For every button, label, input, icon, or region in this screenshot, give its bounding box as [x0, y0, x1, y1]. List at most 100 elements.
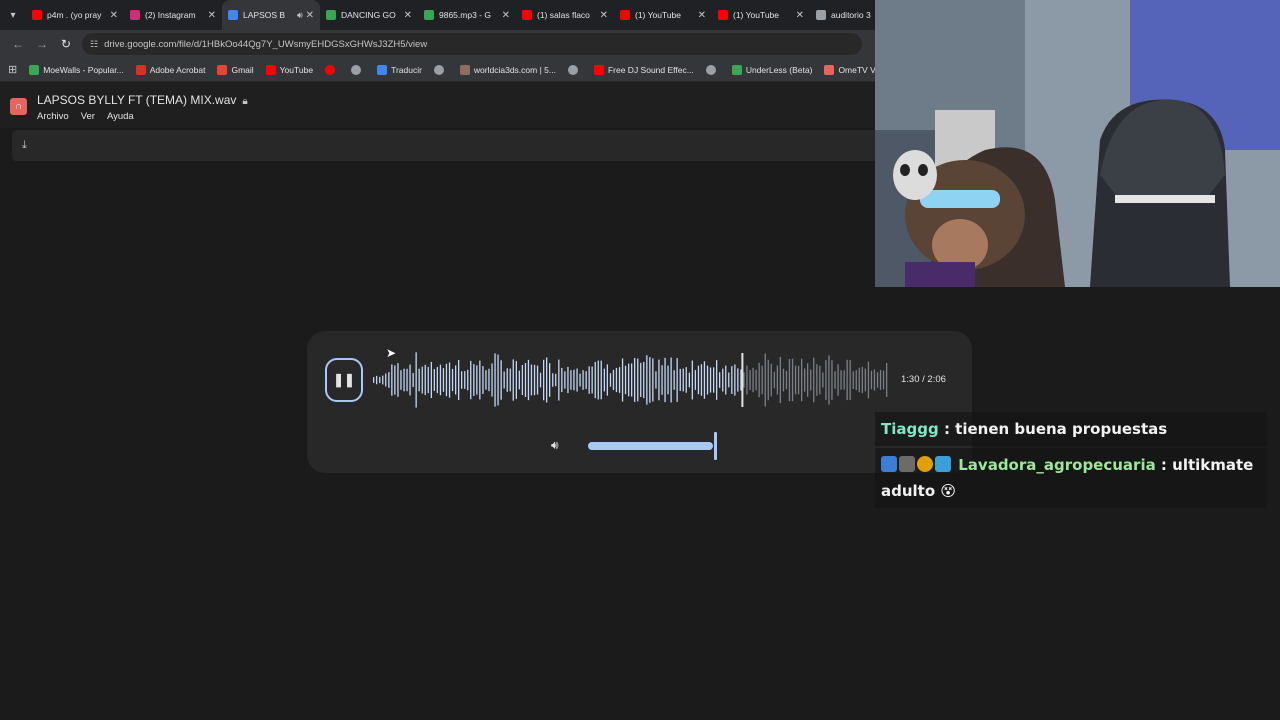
- tab-favicon-icon: [228, 10, 238, 20]
- waveform-bar: [385, 373, 387, 387]
- tab-favicon-icon: [326, 10, 336, 20]
- waveform-bar: [843, 370, 845, 390]
- bookmark-item[interactable]: MoeWalls - Popular...: [29, 64, 124, 75]
- playhead[interactable]: [741, 353, 744, 407]
- bookmark-favicon-icon: [433, 64, 444, 75]
- bookmark-item[interactable]: [351, 64, 365, 75]
- tab[interactable]: (2) Instagram ✕: [124, 0, 222, 30]
- tune-icon[interactable]: ☷: [90, 39, 98, 50]
- bookmark-favicon-icon: [325, 64, 336, 75]
- waveform-bar: [761, 365, 763, 395]
- waveform-bar: [879, 370, 882, 390]
- waveform-bar: [634, 358, 636, 402]
- tab[interactable]: (1) YouTube ✕: [712, 0, 810, 30]
- volume-slider[interactable]: [588, 442, 713, 450]
- waveform-bar: [697, 365, 700, 395]
- close-icon[interactable]: ✕: [698, 10, 706, 21]
- waveform-bar: [503, 371, 505, 389]
- close-icon[interactable]: ✕: [306, 10, 314, 21]
- waveform-bar: [512, 359, 514, 401]
- waveform-bar: [749, 370, 751, 390]
- waveform-bar: [476, 365, 478, 395]
- tab[interactable]: p4m . (yo pray ✕: [26, 0, 124, 30]
- close-icon[interactable]: ✕: [796, 10, 804, 21]
- tab[interactable]: DANCING GO ✕: [320, 0, 418, 30]
- waveform-seekbar[interactable]: [371, 351, 891, 409]
- waveform-bar: [804, 368, 806, 392]
- close-icon[interactable]: ✕: [208, 10, 216, 21]
- waveform-bar: [849, 360, 851, 400]
- bookmark-item[interactable]: [705, 64, 720, 75]
- bookmark-item[interactable]: Gmail: [217, 64, 254, 75]
- apps-grid-icon[interactable]: ⊞: [8, 63, 17, 76]
- waveform-bar: [676, 358, 678, 402]
- waveform-bar: [615, 367, 618, 393]
- volume-fill: [588, 442, 713, 450]
- bookmark-item[interactable]: Adobe Acrobat: [135, 64, 205, 75]
- waveform-bar: [870, 370, 873, 390]
- tab-audio-icon[interactable]: 🔊︎: [297, 10, 303, 21]
- arrow-right-icon[interactable]: →: [30, 32, 54, 56]
- waveform-bar: [533, 364, 536, 396]
- waveform-bar: [376, 375, 378, 385]
- close-icon[interactable]: ✕: [110, 10, 118, 21]
- bookmark-item[interactable]: Free DJ Sound Effec...: [593, 64, 694, 75]
- chevron-down-icon[interactable]: ▾: [0, 0, 26, 30]
- arrow-left-icon[interactable]: ←: [6, 32, 30, 56]
- chat-separator: :: [938, 420, 956, 438]
- tab[interactable]: LAPSOS B 🔊︎ ✕: [222, 0, 320, 30]
- bookmark-label: worldcia3ds.com | 5...: [473, 64, 556, 75]
- waveform-bar: [567, 366, 569, 394]
- menu-ayuda[interactable]: Ayuda: [107, 111, 134, 122]
- bookmark-item[interactable]: worldcia3ds.com | 5...: [459, 64, 556, 75]
- waveform-bar: [415, 352, 417, 408]
- lock-icon[interactable]: 🔒︎: [242, 96, 247, 107]
- bookmark-item[interactable]: UnderLess (Beta): [731, 64, 812, 75]
- bookmark-item[interactable]: [325, 64, 339, 75]
- waveform-bar: [506, 368, 508, 392]
- waveform-bar: [816, 364, 818, 396]
- download-icon[interactable]: ⤓: [22, 139, 27, 152]
- tab[interactable]: 9865.mp3 - G ✕: [418, 0, 516, 30]
- waveform-bar: [725, 365, 727, 395]
- bookmark-favicon-icon: [29, 64, 40, 75]
- bookmark-item[interactable]: Traducir: [377, 64, 422, 75]
- close-icon[interactable]: ✕: [404, 10, 412, 21]
- close-icon[interactable]: ✕: [502, 10, 510, 21]
- waveform-bar: [561, 368, 563, 392]
- waveform-bar: [473, 364, 475, 396]
- waveform-bar: [834, 371, 836, 389]
- tab[interactable]: (1) YouTube ✕: [614, 0, 712, 30]
- waveform-bar: [573, 369, 575, 391]
- volume-icon[interactable]: 🔊︎: [551, 438, 559, 453]
- waveform-bar: [628, 363, 630, 397]
- waveform-bar: [876, 372, 879, 388]
- bookmark-item[interactable]: [433, 64, 448, 75]
- bookmark-label: Traducir: [391, 64, 422, 75]
- tab-favicon-icon: [718, 10, 728, 20]
- bookmark-item[interactable]: [567, 64, 582, 75]
- bookmark-item[interactable]: YouTube: [265, 64, 313, 75]
- address-bar[interactable]: ☷ drive.google.com/file/d/1HBkOo44Qg7Y_U…: [82, 33, 862, 55]
- waveform-bar: [594, 361, 596, 399]
- menu-archivo[interactable]: Archivo: [37, 111, 69, 122]
- waveform-bar: [713, 367, 715, 393]
- waveform-bar: [461, 371, 463, 389]
- waveform-bar: [482, 366, 484, 394]
- file-title: LAPSOS BYLLY FT (TEMA) MIX.wav 🔒︎: [37, 93, 248, 107]
- waveform-bar: [852, 371, 854, 389]
- waveform-bar: [801, 358, 803, 402]
- volume-handle[interactable]: [714, 432, 717, 460]
- menu-bar: Archivo Ver Ayuda: [37, 111, 134, 122]
- reload-icon[interactable]: ↻: [54, 32, 78, 56]
- close-icon[interactable]: ✕: [600, 10, 608, 21]
- bookmark-favicon-icon: [217, 64, 228, 75]
- menu-ver[interactable]: Ver: [81, 111, 95, 122]
- waveform-bar: [776, 365, 778, 395]
- waveform-bar: [855, 370, 857, 390]
- pause-button[interactable]: ❚❚: [325, 358, 363, 402]
- tab[interactable]: (1) salas flaco ✕: [516, 0, 614, 30]
- waveform-bar: [500, 360, 502, 400]
- waveform-bar: [524, 363, 527, 397]
- waveform-bar: [373, 377, 375, 383]
